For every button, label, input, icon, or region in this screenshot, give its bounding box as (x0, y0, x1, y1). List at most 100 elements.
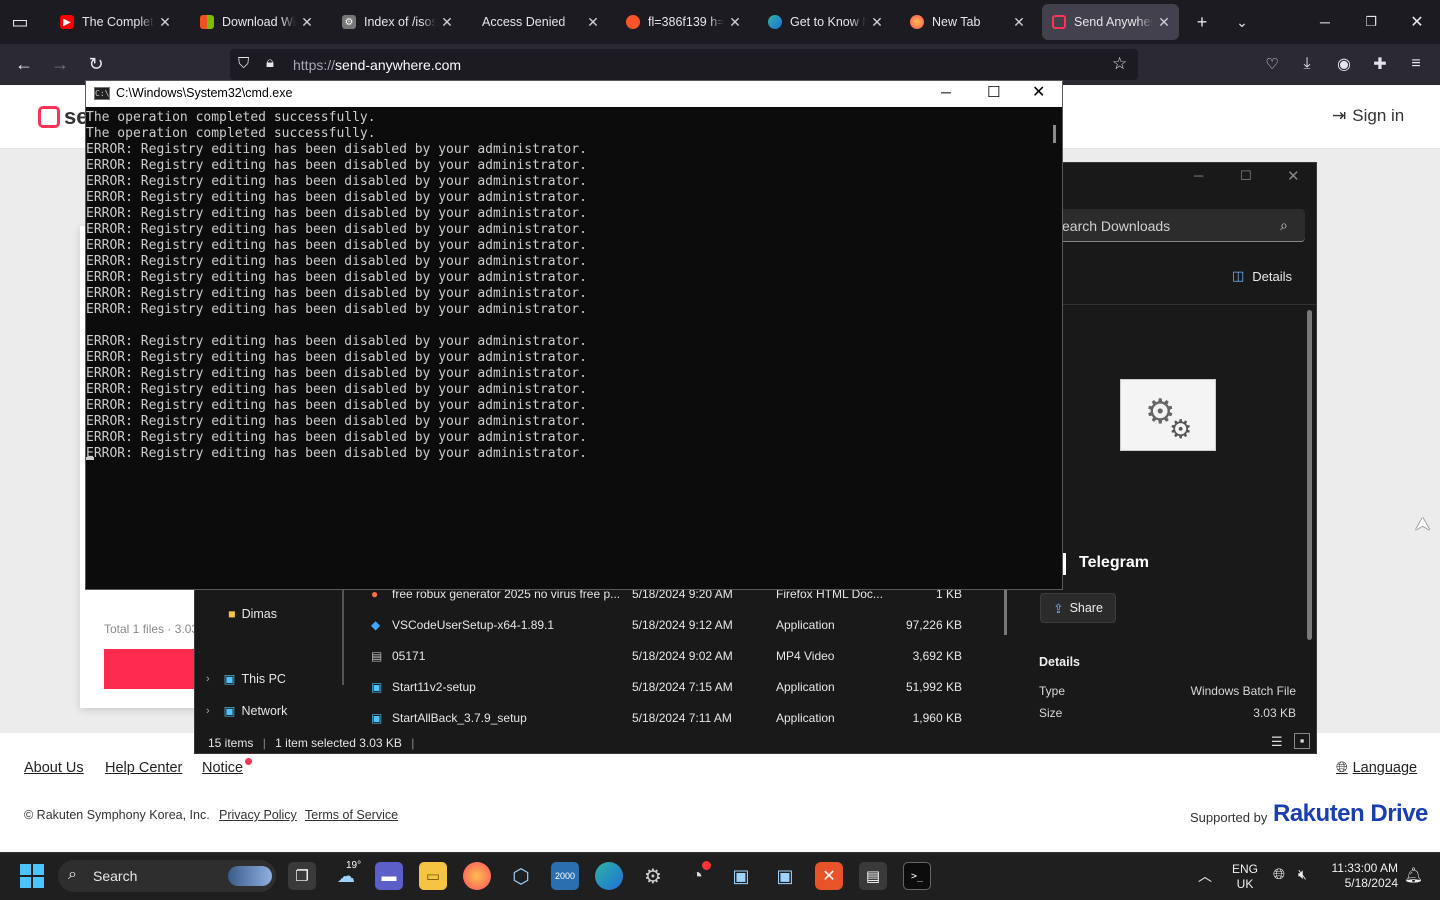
file-explorer-icon[interactable]: ▭ (419, 862, 447, 890)
input-language-indicator[interactable]: ENG UK (1232, 862, 1258, 892)
browser-tab-bar: ▭ ▶ The Complete C ✕ Download Windows ✕ … (0, 0, 1440, 44)
file-list-scrollbar[interactable] (1004, 590, 1007, 635)
windows-icon (200, 15, 214, 29)
close-tab-icon[interactable]: ✕ (1157, 14, 1171, 31)
volume-muted-icon[interactable]: 🔇︎ (1298, 866, 1307, 883)
thumbnail-view-icon[interactable]: ▪ (1294, 733, 1310, 749)
about-us-link[interactable]: About Us (24, 760, 84, 776)
cmd-maximize-icon[interactable]: ☐ (987, 83, 1000, 101)
details-view-icon[interactable]: ☰ (1271, 734, 1283, 750)
rakuten-drive-logo[interactable]: Rakuten Drive (1273, 800, 1428, 828)
send-button[interactable] (104, 649, 194, 689)
cmd-scrollbar[interactable] (1053, 125, 1056, 143)
notification-bell-icon[interactable]: 🔔︎ (1404, 866, 1423, 884)
details-pane-button[interactable]: ◫ Details (1232, 268, 1292, 284)
edge-taskbar-icon[interactable] (595, 862, 623, 890)
file-date: 5/18/2024 7:15 AM (632, 680, 733, 694)
close-tab-icon[interactable]: ✕ (440, 14, 454, 31)
tab-overview-icon[interactable]: ▭ (4, 6, 36, 38)
nav-item-this-pc[interactable]: › ▣ This PC (206, 671, 286, 687)
control-panel-icon[interactable]: ▤ (859, 862, 887, 890)
list-tabs-chevron-icon[interactable]: ⌄ (1226, 6, 1258, 38)
teams-chat-icon[interactable]: ▬ (375, 862, 403, 890)
pocket-icon[interactable]: ♡ (1256, 48, 1288, 80)
search-icon[interactable]: ⌕ (1280, 217, 1288, 234)
reload-icon[interactable]: ↻ (80, 48, 112, 80)
privacy-policy-link[interactable]: Privacy Policy (219, 808, 297, 822)
close-app-icon[interactable]: ✕ (815, 862, 843, 890)
tab-new-tab[interactable]: New Tab ✕ (900, 4, 1034, 40)
firefox-taskbar-icon[interactable] (463, 862, 491, 890)
nav-item-network[interactable]: › ▣ Network (206, 703, 287, 719)
sign-in-icon: ⇥ (1332, 106, 1347, 125)
close-tab-icon[interactable]: ✕ (728, 14, 742, 31)
language-selector[interactable]: 🌐︎ Language (1336, 760, 1417, 776)
cmd-output-line: ERROR: Registry editing has been disable… (86, 142, 587, 157)
show-hidden-icons-chevron-icon[interactable]: ︿ (1198, 866, 1212, 886)
cmd-taskbar-icon[interactable]: >_ (903, 862, 931, 890)
menu-icon[interactable]: ≡ (1400, 48, 1432, 80)
explorer-minimize-icon[interactable]: ─ (1194, 168, 1214, 183)
tab-cloudflare[interactable]: fl=386f139 h=ca ✕ (616, 4, 750, 40)
minimize-window-icon[interactable]: ─ (1309, 6, 1341, 38)
tab-index-isos[interactable]: ⚙ Index of /isos/w ✕ (332, 4, 462, 40)
task-view-icon[interactable]: ❐ (288, 862, 316, 890)
cmd-output[interactable]: The operation completed successfully. The… (86, 110, 1046, 462)
close-tab-icon[interactable]: ✕ (1012, 14, 1026, 31)
tab-access-denied[interactable]: Access Denied ✕ (472, 4, 608, 40)
shield-icon[interactable]: ⛉ (238, 55, 249, 72)
app-window-icon[interactable]: ▣ (727, 862, 755, 890)
details-pane-label: Details (1252, 268, 1293, 284)
account-icon[interactable]: ◉ (1328, 48, 1360, 80)
nav-pane-scrollbar[interactable] (342, 590, 344, 685)
close-tab-icon[interactable]: ✕ (870, 14, 884, 31)
network-globe-icon[interactable]: 🌐︎ (1273, 866, 1285, 883)
share-button[interactable]: ⇪ Share (1040, 593, 1116, 623)
sign-in-link[interactable]: ⇥ Sign in (1332, 106, 1404, 126)
close-tab-icon[interactable]: ✕ (586, 14, 600, 31)
explorer-close-icon[interactable]: ✕ (1287, 167, 1307, 185)
share-label: Share (1069, 601, 1103, 615)
close-window-icon[interactable]: ✕ (1401, 6, 1433, 38)
back-icon[interactable]: ← (8, 48, 40, 80)
bookmark-star-icon[interactable]: ☆ (1112, 54, 1127, 74)
installer-icon: ▣ (371, 680, 383, 694)
extensions-icon[interactable]: ✚ (1364, 48, 1396, 80)
explorer-status-bar: 15 items | 1 item selected 3.03 KB | (208, 736, 415, 750)
url-text[interactable]: https://send-anywhere.com (293, 57, 461, 73)
selection-info: 1 item selected 3.03 KB (275, 736, 402, 750)
settings-gear-icon[interactable]: ⚙ (639, 862, 667, 890)
close-tab-icon[interactable]: ✕ (158, 14, 172, 31)
send-anywhere-logo-icon[interactable] (38, 106, 60, 128)
help-center-link[interactable]: Help Center (105, 760, 182, 776)
lock-icon[interactable]: 🔒︎ (266, 54, 274, 71)
sign-in-label: Sign in (1352, 106, 1405, 125)
downloads-icon[interactable]: ⤓ (1291, 48, 1323, 80)
explorer-maximize-icon[interactable]: ☐ (1240, 168, 1260, 184)
tab-send-anywhere[interactable]: Send Anywhere ✕ (1042, 4, 1179, 40)
cmd-close-icon[interactable]: ✕ (1032, 82, 1045, 102)
windows-2000-icon[interactable]: 2000 (551, 862, 579, 890)
details-scrollbar[interactable] (1307, 310, 1312, 640)
size-label: Size (1039, 706, 1063, 720)
nav-item-dimas[interactable]: ■ Dimas (228, 607, 277, 621)
tab-download-windows[interactable]: Download Windows ✕ (190, 4, 322, 40)
forward-icon[interactable]: → (44, 48, 76, 80)
file-type: Application (776, 680, 835, 694)
globe-icon: 🌐︎ (1336, 760, 1348, 776)
tab-get-to-know[interactable]: Get to Know Mi ✕ (758, 4, 892, 40)
new-tab-icon[interactable]: + (1186, 6, 1218, 38)
terms-of-service-link[interactable]: Terms of Service (305, 808, 398, 822)
cmd-output-line: ERROR: Registry editing has been disable… (86, 270, 587, 285)
restore-window-icon[interactable]: ❐ (1355, 6, 1387, 38)
virtualbox-icon[interactable]: ⬡ (507, 862, 535, 890)
start-button-windows-icon[interactable] (20, 864, 44, 888)
tab-youtube[interactable]: ▶ The Complete C ✕ (50, 4, 180, 40)
system-clock[interactable]: 11:33:00 AM 5/18/2024 (1322, 861, 1399, 891)
app-window-icon-2[interactable]: ▣ (771, 862, 799, 890)
notice-link[interactable]: Notice (202, 760, 243, 776)
close-tab-icon[interactable]: ✕ (300, 14, 314, 31)
cmd-output-line: ERROR: Registry editing has been disable… (86, 254, 587, 269)
share-icon: ⇪ (1053, 601, 1064, 616)
cmd-minimize-icon[interactable]: ─ (941, 84, 951, 100)
